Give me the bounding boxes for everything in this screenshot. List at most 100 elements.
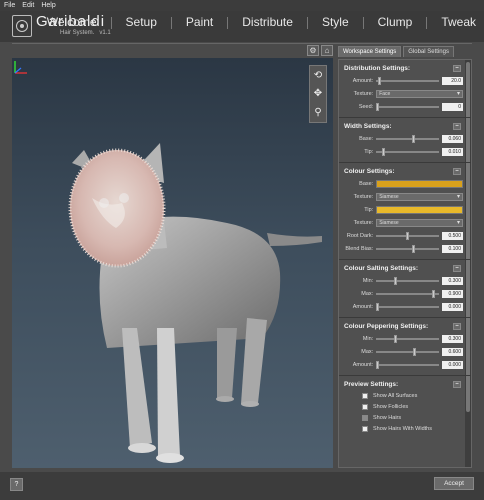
collapse-icon[interactable]: – <box>453 123 461 130</box>
base-colour-row: Base: <box>344 178 463 190</box>
slider-knob[interactable] <box>413 348 417 356</box>
collapse-icon[interactable]: – <box>453 381 461 388</box>
blend-bias-slider[interactable] <box>376 245 439 253</box>
tab-setup[interactable]: Setup <box>126 15 157 29</box>
accept-button[interactable]: Accept <box>434 477 474 490</box>
slider-knob[interactable] <box>394 335 398 343</box>
amount-slider[interactable] <box>376 77 439 85</box>
tab-divider <box>170 17 172 29</box>
slider-knob[interactable] <box>432 290 436 298</box>
tip-texture-select[interactable]: Siamese <box>376 219 463 227</box>
tab-paint[interactable]: Paint <box>186 15 213 29</box>
panel-tabs: Workspace Settings Global Settings <box>338 46 454 57</box>
tab-divider <box>227 17 229 29</box>
show-all-surfaces-checkbox[interactable]: Show All Surfaces <box>344 390 463 401</box>
peppering-max-field[interactable]: 0.600 <box>441 348 463 356</box>
slider-knob[interactable] <box>412 245 416 253</box>
slider-knob[interactable] <box>394 277 398 285</box>
show-hairs-widths-checkbox[interactable]: Show Hairs With Widths <box>344 423 463 434</box>
checkbox-label: Show All Surfaces <box>373 392 418 399</box>
tab-style[interactable]: Style <box>322 15 349 29</box>
tab-tweak[interactable]: Tweak <box>441 15 476 29</box>
zoom-icon[interactable]: ⚲ <box>314 107 321 118</box>
tip-colour-swatch[interactable] <box>376 206 463 214</box>
menu-edit[interactable]: Edit <box>22 2 34 9</box>
rotate-icon[interactable]: ⟲ <box>314 70 322 81</box>
base-width-field[interactable]: 0.060 <box>441 135 463 143</box>
menu-help[interactable]: Help <box>41 2 55 9</box>
tab-welcome[interactable]: Welcome <box>47 15 97 29</box>
peppering-min-slider[interactable] <box>376 335 439 343</box>
amount-row: Amount: 20.0 <box>344 75 463 87</box>
blend-bias-field[interactable]: 0.100 <box>441 245 463 253</box>
show-hairs-checkbox[interactable]: Show Hairs <box>344 412 463 423</box>
3d-viewport[interactable]: ⟲ ✥ ⚲ <box>12 58 333 468</box>
seed-row: Seed: 0 <box>344 101 463 113</box>
texture-label: Texture: <box>353 194 374 200</box>
slider-knob[interactable] <box>376 103 380 111</box>
viewport-top-icons: ⚙ ⌂ <box>307 45 333 56</box>
peppering-min-field[interactable]: 0.300 <box>441 335 463 343</box>
collapse-icon[interactable]: – <box>453 265 461 272</box>
texture-select[interactable]: Face <box>376 90 463 98</box>
texture-label: Texture: <box>353 220 374 226</box>
salting-min-field[interactable]: 0.300 <box>441 277 463 285</box>
tab-workspace-settings[interactable]: Workspace Settings <box>338 46 402 57</box>
width-section: Width Settings: – Base: 0.060 Tip: 0.010 <box>339 118 471 163</box>
app-version: v1.1 <box>99 30 111 36</box>
peppering-amount-slider[interactable] <box>376 361 439 369</box>
seed-field[interactable]: 0 <box>441 103 463 111</box>
slider-knob[interactable] <box>376 303 380 311</box>
slider-knob[interactable] <box>378 77 382 85</box>
salting-min-slider[interactable] <box>376 277 439 285</box>
peppering-max-slider[interactable] <box>376 348 439 356</box>
tab-global-settings[interactable]: Global Settings <box>403 46 454 57</box>
base-colour-label: Base: <box>359 181 374 187</box>
tab-distribute[interactable]: Distribute <box>242 15 293 29</box>
root-dark-slider[interactable] <box>376 232 439 240</box>
home-icon[interactable]: ⌂ <box>321 45 333 56</box>
menu-file[interactable]: File <box>4 2 15 9</box>
tab-clump[interactable]: Clump <box>378 15 413 29</box>
checkbox-box[interactable] <box>362 403 368 410</box>
min-label: Min: <box>362 336 374 342</box>
tip-width-field[interactable]: 0.010 <box>441 148 463 156</box>
peppering-amount-row: Amount: 0.000 <box>344 359 463 371</box>
base-width-slider[interactable] <box>376 135 439 143</box>
help-button[interactable]: ? <box>10 478 23 491</box>
menu-bar: File Edit Help <box>0 0 484 11</box>
blend-bias-label: Blend Bias: <box>345 246 374 252</box>
tip-colour-row: Tip: <box>344 204 463 216</box>
checkbox-box[interactable] <box>362 414 368 421</box>
amount-field[interactable]: 20.0 <box>441 77 463 85</box>
slider-knob[interactable] <box>382 148 386 156</box>
preview-section: Preview Settings: – Show All Surfaces Sho… <box>339 376 471 438</box>
collapse-icon[interactable]: – <box>453 323 461 330</box>
salting-amount-slider[interactable] <box>376 303 439 311</box>
salting-section: Colour Salting Settings: – Min: 0.300 Max… <box>339 260 471 318</box>
checkbox-box[interactable] <box>362 392 368 399</box>
base-texture-select[interactable]: Siamese <box>376 193 463 201</box>
header-divider <box>12 43 472 44</box>
tip-width-slider[interactable] <box>376 148 439 156</box>
section-title: Colour Peppering Settings: <box>344 323 429 330</box>
base-colour-swatch[interactable] <box>376 180 463 188</box>
collapse-icon[interactable]: – <box>453 65 461 72</box>
seed-slider[interactable] <box>376 103 439 111</box>
salting-max-field[interactable]: 0.900 <box>441 290 463 298</box>
salting-amount-field[interactable]: 0.000 <box>441 303 463 311</box>
settings-icon[interactable]: ⚙ <box>307 45 319 56</box>
checkbox-label: Show Hairs With Widths <box>373 425 432 432</box>
slider-knob[interactable] <box>412 135 416 143</box>
collapse-icon[interactable]: – <box>453 168 461 175</box>
checkbox-box[interactable] <box>362 425 368 432</box>
show-follicles-checkbox[interactable]: Show Follicles <box>344 401 463 412</box>
root-dark-field[interactable]: 0.500 <box>441 232 463 240</box>
move-icon[interactable]: ✥ <box>314 88 322 99</box>
salting-max-slider[interactable] <box>376 290 439 298</box>
min-label: Min: <box>362 278 374 284</box>
peppering-amount-field[interactable]: 0.000 <box>441 361 463 369</box>
slider-knob[interactable] <box>406 232 410 240</box>
slider-knob[interactable] <box>376 361 380 369</box>
tip-label: Tip: <box>364 149 374 155</box>
